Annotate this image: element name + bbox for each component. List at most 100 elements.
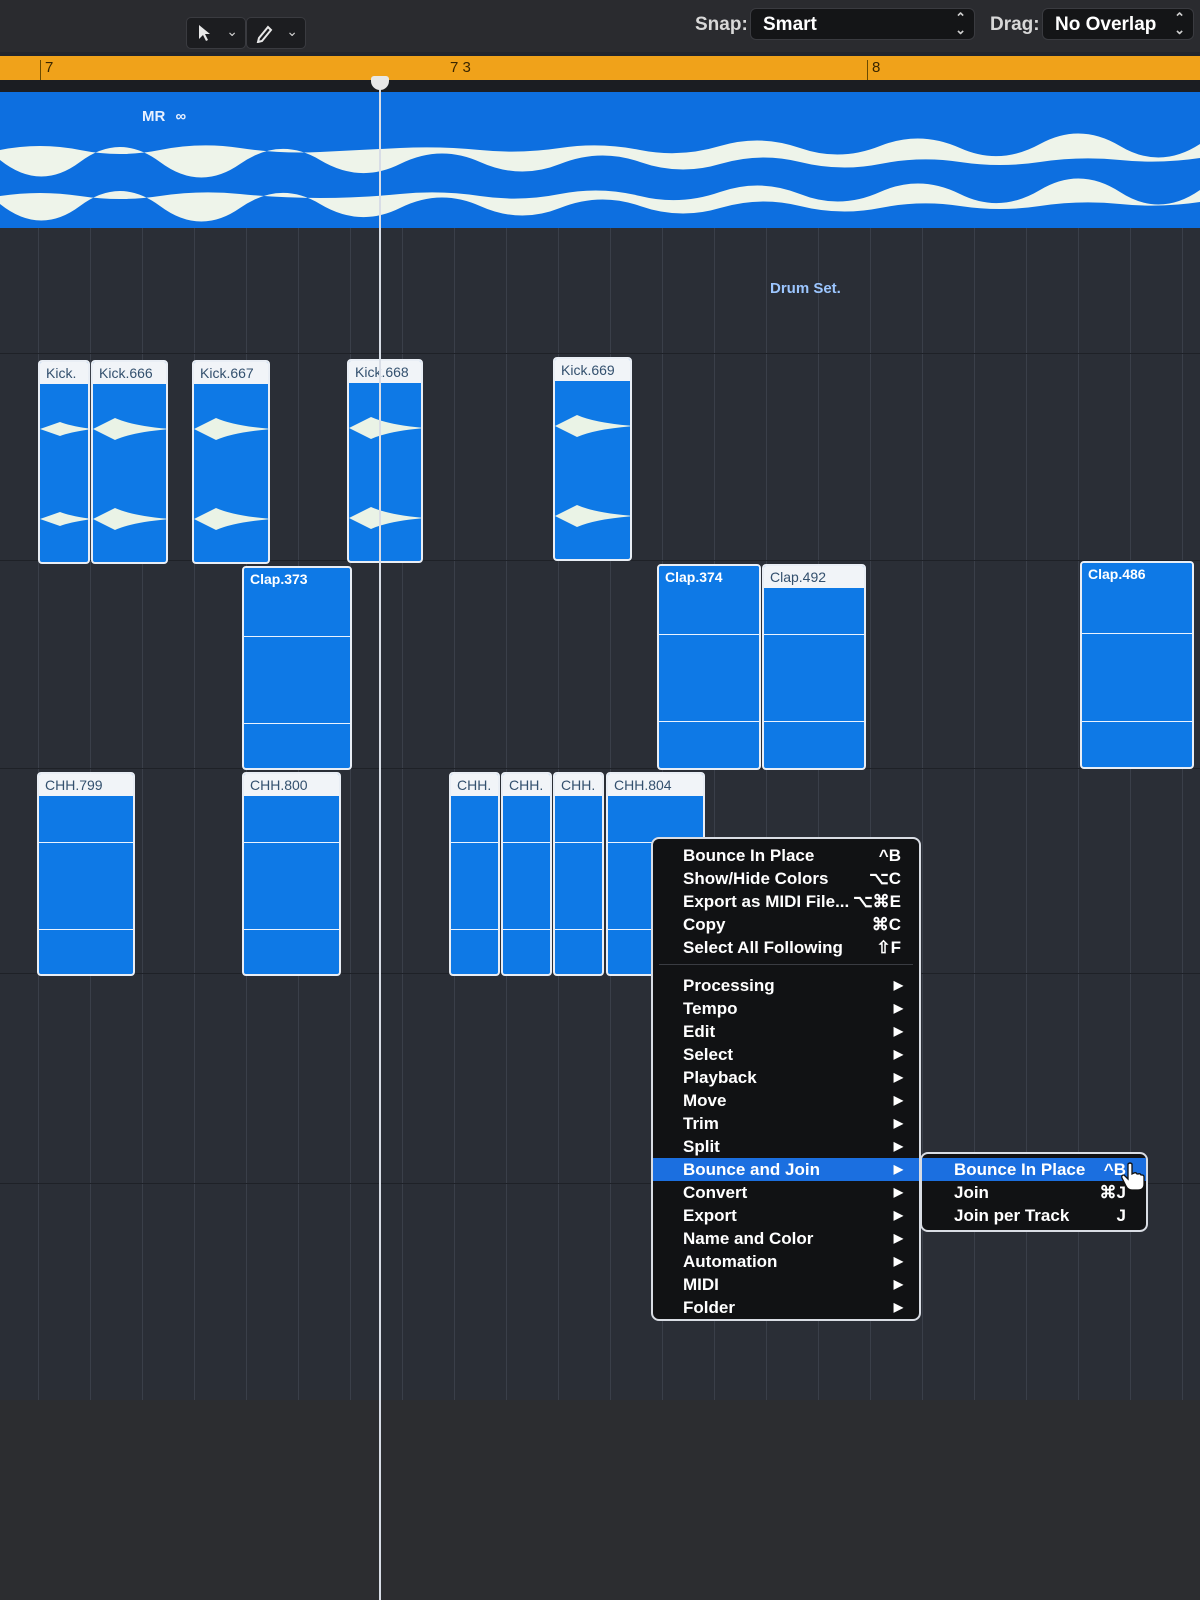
- menu-item-label: Copy: [683, 915, 726, 934]
- waveform: [40, 422, 88, 526]
- submenu-tempo[interactable]: Tempo ▶: [653, 997, 919, 1020]
- submenu-midi[interactable]: MIDI ▶: [653, 1273, 919, 1296]
- clap-region[interactable]: Clap.486: [1080, 561, 1194, 769]
- region-name: Clap.373: [244, 568, 350, 590]
- drag-select[interactable]: No Overlap ⌃ ⌄: [1042, 8, 1194, 40]
- menu-item-bounce-in-place[interactable]: Bounce In Place ^B: [653, 844, 919, 867]
- waveform: [93, 418, 166, 530]
- menu-item-export-midi[interactable]: Export as MIDI File... ⌥⌘E: [653, 890, 919, 913]
- submenu-automation[interactable]: Automation ▶: [653, 1250, 919, 1273]
- region-name: CHH.: [451, 774, 498, 796]
- hihat-region[interactable]: CHH.: [501, 772, 552, 976]
- menu-item-label: Join: [954, 1183, 989, 1202]
- ruler-marker: 7: [45, 59, 54, 76]
- bounce-and-join-submenu: Bounce In Place ^B Join ⌘J Join per Trac…: [920, 1152, 1148, 1232]
- track-divider: [0, 768, 1200, 769]
- waveform: [1082, 721, 1192, 722]
- submenu-arrow-icon: ▶: [893, 978, 903, 992]
- kick-region[interactable]: Kick.: [38, 360, 90, 564]
- menu-item-label: Move: [683, 1091, 727, 1110]
- waveform: [659, 721, 759, 722]
- menu-item-select-all-following[interactable]: Select All Following ⇧F: [653, 936, 919, 959]
- drag-value: No Overlap: [1055, 14, 1157, 35]
- waveform: [244, 636, 350, 637]
- kick-region[interactable]: Kick.666: [91, 360, 168, 564]
- track-divider: [0, 353, 1200, 354]
- submenu-arrow-icon: ▶: [893, 1277, 903, 1291]
- pencil-icon: [256, 25, 273, 43]
- ruler-marker: 8: [872, 59, 881, 76]
- submenu-item-bounce-in-place[interactable]: Bounce In Place ^B: [922, 1158, 1146, 1181]
- submenu-move[interactable]: Move ▶: [653, 1089, 919, 1112]
- menu-shortcut: ^B: [878, 846, 901, 865]
- drag-label: Drag:: [990, 14, 1040, 35]
- submenu-split[interactable]: Split ▶: [653, 1135, 919, 1158]
- kick-region[interactable]: Kick.667: [192, 360, 270, 564]
- menu-item-label: Name and Color: [683, 1229, 814, 1248]
- submenu-export[interactable]: Export ▶: [653, 1204, 919, 1227]
- menu-item-show-hide-colors[interactable]: Show/Hide Colors ⌥C: [653, 867, 919, 890]
- region-name: CHH.: [503, 774, 550, 796]
- toolbar: ⌄ ⌄ Snap: Smart ⌃ ⌄ Drag: No Overlap ⌃ ⌄: [0, 0, 1200, 52]
- region-name: CHH.804: [608, 774, 703, 796]
- submenu-trim[interactable]: Trim ▶: [653, 1112, 919, 1135]
- menu-item-label: Tempo: [683, 999, 738, 1018]
- snap-label: Snap:: [695, 14, 748, 35]
- submenu-arrow-icon: ▶: [893, 1024, 903, 1038]
- submenu-arrow-icon: ▶: [893, 1001, 903, 1015]
- clap-region[interactable]: Clap.374: [657, 564, 761, 770]
- playhead[interactable]: [379, 80, 381, 1600]
- waveform: [39, 929, 133, 930]
- menu-shortcut: ⌥⌘E: [853, 892, 901, 911]
- submenu-arrow-icon: ▶: [893, 1208, 903, 1222]
- hand-cursor-icon: [1121, 1162, 1145, 1191]
- snap-value: Smart: [763, 14, 817, 35]
- pointer-icon: [199, 25, 210, 41]
- drum-set-label: Drum Set.: [770, 280, 841, 297]
- menu-shortcut: ⇧F: [876, 938, 901, 957]
- pencil-tool-button[interactable]: ⌄: [246, 17, 306, 49]
- kick-region[interactable]: Kick.669: [553, 357, 632, 561]
- clap-region[interactable]: Clap.373: [242, 566, 352, 770]
- hihat-region[interactable]: CHH.800: [242, 772, 341, 976]
- submenu-convert[interactable]: Convert ▶: [653, 1181, 919, 1204]
- submenu-bounce-and-join[interactable]: Bounce and Join ▶: [653, 1158, 919, 1181]
- submenu-arrow-icon: ▶: [893, 1254, 903, 1268]
- menu-item-copy[interactable]: Copy ⌘C: [653, 913, 919, 936]
- waveform: [764, 634, 864, 635]
- submenu-folder[interactable]: Folder ▶: [653, 1296, 919, 1319]
- snap-select[interactable]: Smart ⌃ ⌄: [750, 8, 975, 40]
- ruler-tick: [40, 60, 41, 80]
- timeline-ruler[interactable]: 7 7 3 8: [0, 56, 1200, 80]
- submenu-arrow-icon: ▶: [893, 1185, 903, 1199]
- submenu-name-and-color[interactable]: Name and Color ▶: [653, 1227, 919, 1250]
- waveform: [1082, 633, 1192, 634]
- region-name: Kick.669: [555, 359, 630, 381]
- pointer-tool-button[interactable]: ⌄: [186, 17, 246, 49]
- clap-region[interactable]: Clap.492: [762, 564, 866, 770]
- region-name: Kick.666: [93, 362, 166, 384]
- chevron-down-icon: ⌄: [226, 23, 238, 39]
- menu-item-label: Bounce In Place: [683, 846, 815, 865]
- region-name: Kick.668: [349, 361, 421, 383]
- waveform: [555, 842, 602, 843]
- region-name: Clap.486: [1082, 563, 1192, 585]
- submenu-playback[interactable]: Playback ▶: [653, 1066, 919, 1089]
- submenu-arrow-icon: ▶: [893, 1070, 903, 1084]
- hihat-region[interactable]: CHH.: [449, 772, 500, 976]
- submenu-item-join-per-track[interactable]: Join per Track J: [922, 1204, 1146, 1227]
- waveform: [451, 929, 498, 930]
- hihat-region[interactable]: CHH.: [553, 772, 604, 976]
- menu-item-label: Export: [683, 1206, 737, 1225]
- kick-region[interactable]: Kick.668: [347, 359, 423, 563]
- hihat-region[interactable]: CHH.799: [37, 772, 135, 976]
- grid-line: [922, 228, 923, 1408]
- submenu-edit[interactable]: Edit ▶: [653, 1020, 919, 1043]
- waveform: [659, 634, 759, 635]
- menu-item-label: Folder: [683, 1298, 735, 1317]
- submenu-processing[interactable]: Processing ▶: [653, 974, 919, 997]
- submenu-select[interactable]: Select ▶: [653, 1043, 919, 1066]
- menu-shortcut: J: [1116, 1206, 1126, 1225]
- mr-audio-region[interactable]: MR ∞: [0, 92, 1200, 228]
- submenu-item-join[interactable]: Join ⌘J: [922, 1181, 1146, 1204]
